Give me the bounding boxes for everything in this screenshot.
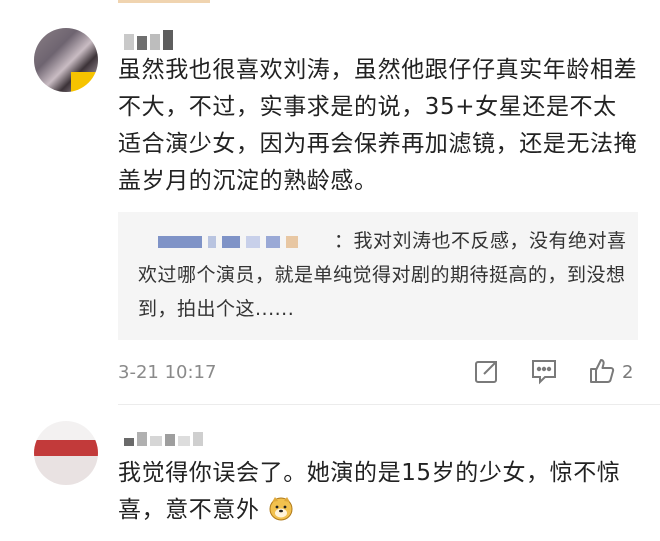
reply-box[interactable]: ：我对刘涛也不反感，没有绝对喜欢过哪个演员，就是单纯觉得对剧的期待挺高的，到没想… <box>118 212 638 340</box>
top-accent-strip <box>118 0 210 3</box>
comment-text: 虽然我也很喜欢刘涛，虽然他跟仔仔真实年龄相差不大，不过，实事求是的说，35+女星… <box>118 57 638 194</box>
comment-icon[interactable] <box>530 357 558 385</box>
username-mosaic[interactable] <box>124 432 203 446</box>
reply-text: ：我对刘涛也不反感，没有绝对喜欢过哪个演员，就是单纯觉得对剧的期待挺高的，到没想… <box>138 230 627 320</box>
doge-emoji-icon <box>268 495 294 521</box>
share-icon[interactable] <box>473 357 501 385</box>
like-count: 2 <box>622 362 634 383</box>
username-mosaic[interactable] <box>124 30 173 50</box>
comment-text: 我觉得你误会了。她演的是15岁的少女，惊不惊喜，意不意外 <box>118 455 638 529</box>
comment-text-content: 我觉得你误会了。她演的是15岁的少女，惊不惊喜，意不意外 <box>118 460 621 523</box>
avatar[interactable] <box>34 28 98 92</box>
comment-timestamp: 3-21 10:17 <box>118 362 217 383</box>
avatar[interactable] <box>34 421 98 485</box>
divider <box>118 404 660 405</box>
like-icon[interactable] <box>588 357 616 385</box>
